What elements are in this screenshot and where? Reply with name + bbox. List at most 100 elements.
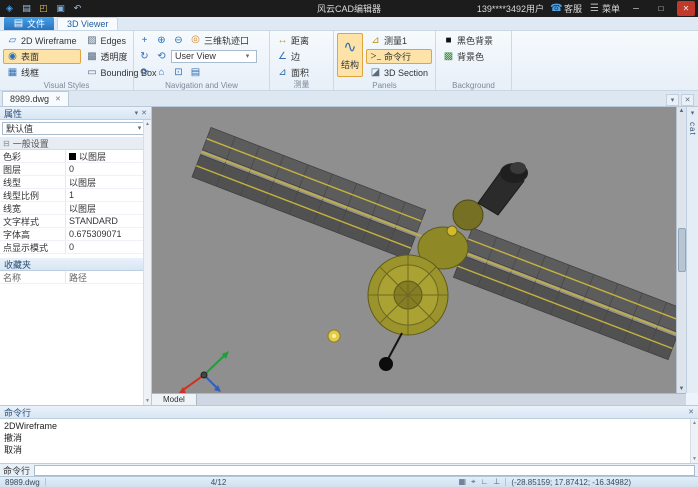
collapse-icon[interactable]: ⊟ xyxy=(3,139,10,148)
user-view-label: User View xyxy=(175,51,216,61)
headset-icon: ☎ xyxy=(551,4,562,14)
scroll-down-icon[interactable]: ▼ xyxy=(679,386,685,392)
command-line-panel: 命令行 ✕ 2DWireframe 撤消 取消 ▲ ▼ xyxy=(0,405,698,463)
zoom-in-icon[interactable]: ⊕ xyxy=(154,33,169,47)
color-swatch xyxy=(69,153,76,160)
viewport-scrollbar[interactable]: ▲ ▼ xyxy=(676,107,686,393)
model-layout-tab[interactable]: Model xyxy=(152,394,197,405)
surface-label: 表面 xyxy=(21,50,39,63)
property-row-layer[interactable]: 图层 0 xyxy=(0,163,151,176)
snap-toggle-icon[interactable]: ⌖ xyxy=(471,477,476,487)
command-line-panel-label: 命令行 xyxy=(384,50,411,63)
command-line-panel-button[interactable]: ＞_ 命令行 xyxy=(366,49,432,64)
document-list-icon[interactable]: ▾ xyxy=(666,94,679,106)
menu-button[interactable]: ☰ 菜单 xyxy=(589,2,620,15)
properties-close-icon[interactable]: ✕ xyxy=(141,109,147,117)
2d-wireframe-button[interactable]: ▱ 2D Wireframe xyxy=(3,33,81,48)
pan-icon[interactable]: + xyxy=(137,33,152,47)
bounding-box-icon: ▭ xyxy=(87,68,98,78)
structure-panel-button[interactable]: ∿ 结构 xyxy=(337,33,363,77)
property-row-linetype-scale[interactable]: 线型比例 1 xyxy=(0,189,151,202)
3d-viewport[interactable]: ▲ ▼ xyxy=(152,107,686,393)
document-tab-bar: 8989.dwg ✕ ▾ ✕ xyxy=(0,91,698,107)
property-row-lineweight[interactable]: 线宽 以图层 xyxy=(0,202,151,215)
perpendicular-toggle-icon[interactable]: ⊥ xyxy=(493,477,500,487)
property-row-color[interactable]: 色彩 以图层 xyxy=(0,150,151,163)
command-input-row: 命令行 xyxy=(0,463,698,476)
zoom-window-icon[interactable]: ⊡ xyxy=(171,65,186,79)
wireframe-label: 线框 xyxy=(21,66,39,79)
property-label: 线宽 xyxy=(0,202,66,214)
orbit-icon[interactable]: ↻ xyxy=(137,49,152,63)
panel-pin-icon[interactable]: ▾ xyxy=(691,109,695,117)
tab-file[interactable]: ▤ 文件 xyxy=(4,17,54,30)
document-window-close-icon[interactable]: ✕ xyxy=(681,94,694,106)
wireframe-style-button[interactable]: ▦ 线框 xyxy=(3,65,81,80)
new-document-icon[interactable]: ▤ xyxy=(20,2,33,15)
background-color-button[interactable]: ▩ 背景色 xyxy=(439,49,508,64)
surface-icon: ◉ xyxy=(7,52,18,62)
distance-icon: ↔ xyxy=(277,36,288,46)
3d-track-toggle[interactable]: ◎ 三维轨迹口 xyxy=(188,34,251,47)
customer-service-button[interactable]: ☎ 客服 xyxy=(551,2,582,15)
scroll-up-icon[interactable]: ▲ xyxy=(145,121,150,127)
edge-button[interactable]: ∠ 边 xyxy=(273,49,330,64)
property-label: 点显示模式 xyxy=(0,241,66,253)
measure-group-label: 测量 xyxy=(270,79,333,90)
minimize-button[interactable]: ─ xyxy=(627,1,645,16)
surface-style-button[interactable]: ◉ 表面 xyxy=(3,49,81,64)
save-icon[interactable]: ▣ xyxy=(54,2,67,15)
close-button[interactable]: ✕ xyxy=(677,1,695,16)
properties-preset-dropdown[interactable]: 默认值 ▾ xyxy=(2,122,149,135)
grid-toggle-icon[interactable]: ▦ xyxy=(458,477,466,487)
collapsed-panel-tab[interactable]: cat xyxy=(688,122,697,136)
command-panel-title: 命令行 xyxy=(4,406,31,419)
menu-icon: ☰ xyxy=(589,4,600,14)
cad-editor-window: ◈ ▤ ◰ ▣ ↶ 风云CAD编辑器 139****3492用户 ☎ 客服 ☰ … xyxy=(0,0,698,487)
property-row-text-height[interactable]: 字体高 0.675309071 xyxy=(0,228,151,241)
transparency-icon: ▩ xyxy=(87,52,98,62)
ribbon-group-background: ■ 黑色背景 ▩ 背景色 Background xyxy=(436,31,512,90)
scroll-down-icon[interactable]: ▼ xyxy=(145,398,150,404)
command-input-label: 命令行 xyxy=(3,464,30,477)
ortho-toggle-icon[interactable]: ∟ xyxy=(481,477,489,487)
document-tab-label: 8989.dwg xyxy=(10,94,49,104)
general-settings-group[interactable]: ⊟ 一般设置 xyxy=(0,137,151,150)
tab-3d-viewer[interactable]: 3D Viewer xyxy=(57,17,118,30)
command-panel-scrollbar[interactable]: ▲ ▼ xyxy=(690,419,698,463)
3d-section-button[interactable]: ◪ 3D Section xyxy=(366,65,432,80)
properties-scrollbar[interactable]: ▲ ▼ xyxy=(143,120,151,405)
distance-button[interactable]: ↔ 距离 xyxy=(273,33,330,48)
zoom-out-icon[interactable]: ⊖ xyxy=(171,33,186,47)
maximize-button[interactable]: □ xyxy=(652,1,670,16)
property-row-linetype[interactable]: 线型 以图层 xyxy=(0,176,151,189)
layout-tab-bar: Model xyxy=(152,393,686,405)
user-account-label[interactable]: 139****3492用户 xyxy=(477,2,544,15)
undo-icon[interactable]: ↶ xyxy=(71,2,84,15)
document-close-icon[interactable]: ✕ xyxy=(55,95,61,103)
favorites-header: 收藏夹 ▴ xyxy=(0,258,151,271)
scrollbar-thumb[interactable] xyxy=(678,228,686,272)
document-tab[interactable]: 8989.dwg ✕ xyxy=(2,91,69,106)
area-button[interactable]: ⊿ 面积 xyxy=(273,65,330,80)
properties-header: 属性 ▾ ✕ xyxy=(0,107,151,120)
measure1-panel-button[interactable]: ⊿ 测量1 xyxy=(366,33,432,48)
command-panel-close-icon[interactable]: ✕ xyxy=(688,408,694,416)
free-orbit-icon[interactable]: ⟲ xyxy=(154,49,169,63)
property-label: 图层 xyxy=(0,163,66,175)
property-row-point-display[interactable]: 点显示模式 0 xyxy=(0,241,151,254)
scroll-down-icon[interactable]: ▼ xyxy=(692,456,697,462)
spin-view-icon[interactable]: ⟳ xyxy=(137,65,152,79)
favorites-columns-row: 名称 路径 xyxy=(0,271,151,284)
black-background-button[interactable]: ■ 黑色背景 xyxy=(439,33,508,48)
command-input[interactable] xyxy=(34,465,695,476)
properties-pin-icon[interactable]: ▾ xyxy=(135,109,139,117)
home-view-icon[interactable]: ⌂ xyxy=(154,65,169,79)
property-row-text-style[interactable]: 文字样式 STANDARD xyxy=(0,215,151,228)
scroll-up-icon[interactable]: ▲ xyxy=(692,420,697,426)
user-view-dropdown[interactable]: User View ▾ xyxy=(171,50,257,63)
2d-wireframe-label: 2D Wireframe xyxy=(21,36,77,46)
open-document-icon[interactable]: ◰ xyxy=(37,2,50,15)
scroll-up-icon[interactable]: ▲ xyxy=(679,108,685,114)
views-icon[interactable]: ▤ xyxy=(188,65,203,79)
